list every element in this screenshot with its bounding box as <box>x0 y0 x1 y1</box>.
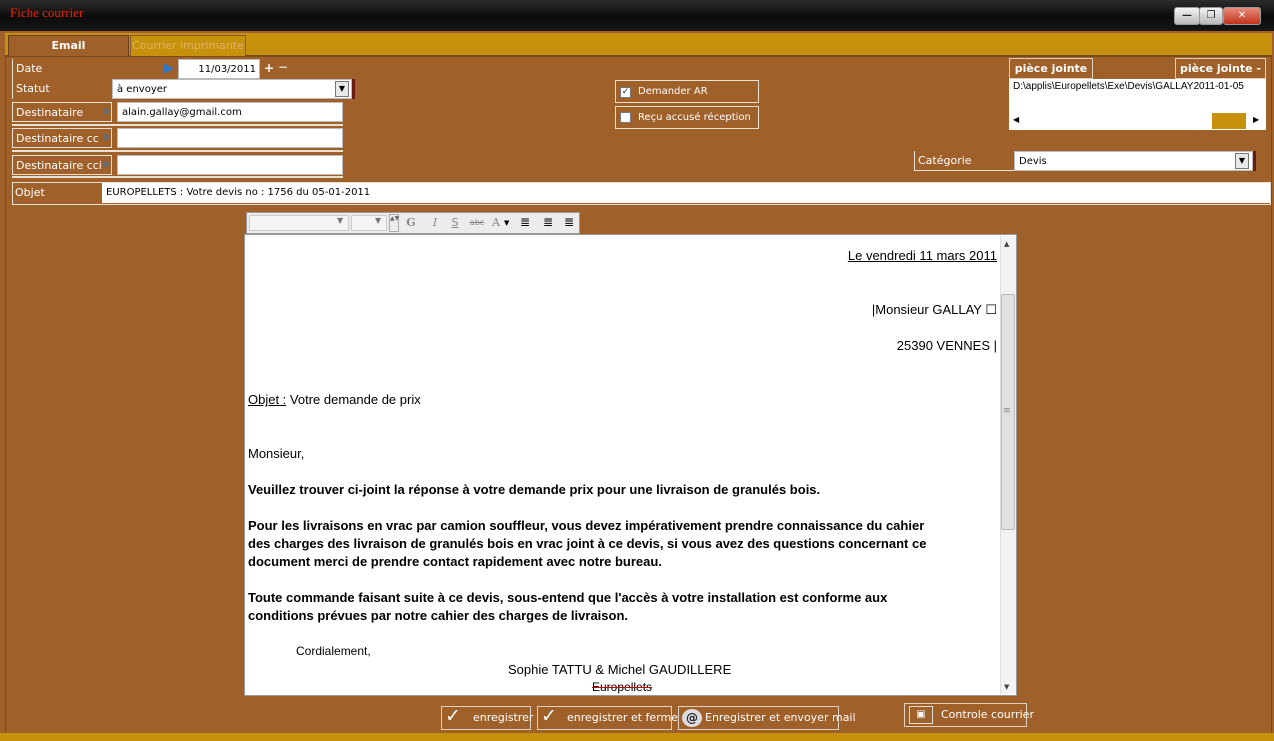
save-send-mail-button[interactable]: @ Enregistrer et envoyer mail <box>678 706 856 730</box>
letter-paragraph-2-line-3: document merci de prendre contact rapide… <box>248 554 662 569</box>
statut-dropdown-icon[interactable]: ▼ <box>335 81 349 97</box>
categorie-edge <box>1253 151 1256 171</box>
divider <box>12 124 343 126</box>
letter-objet-label: Objet : <box>248 392 287 407</box>
statut-edge <box>352 79 355 99</box>
letter-editor[interactable]: Le vendredi 11 mars 2011 |Monsieur GALLA… <box>244 234 1017 696</box>
date-field[interactable]: 11/03/2011 <box>178 59 260 79</box>
title-bar <box>0 0 1274 31</box>
date-picker-arrow-icon[interactable]: ▶ <box>164 61 177 77</box>
align-center-icon[interactable]: ≣ <box>543 216 553 228</box>
save-button[interactable]: ✓ enregistrer <box>441 705 534 730</box>
letter-paragraph-3-line-2: conditions prévues par notre cahier des … <box>248 608 629 623</box>
scroll-right-icon[interactable]: ▶ <box>1253 115 1259 124</box>
letter-paragraph-2-line-1: Pour les livraisons en vrac par camion s… <box>248 518 925 533</box>
categorie-value: Devis <box>1019 156 1047 167</box>
checkmark-icon: ✓ <box>541 705 557 727</box>
scroll-left-icon[interactable]: ◀ <box>1013 115 1019 124</box>
font-color-dropdown-icon[interactable]: ▼ <box>504 219 509 227</box>
control-mail-button[interactable]: ▣ Controle courrier <box>904 703 1034 727</box>
demander-ar-checkbox[interactable]: ✓ <box>620 87 631 98</box>
categorie-dropdown-icon[interactable]: ▼ <box>1235 153 1249 169</box>
destinataire-cci-field[interactable] <box>117 155 343 175</box>
align-left-icon[interactable]: ≣ <box>520 216 530 228</box>
date-increment-button[interactable]: + <box>264 61 274 75</box>
window-title: Fiche courrier <box>10 5 84 20</box>
divider <box>12 176 343 178</box>
size-stepper-icon[interactable]: ▲▼ <box>389 214 399 232</box>
destinataire-field[interactable]: alain.gallay@gmail.com <box>117 102 343 122</box>
tab-email[interactable]: Email <box>8 35 129 56</box>
email-at-icon: @ <box>682 709 702 727</box>
projector-icon: ▣ <box>909 706 933 724</box>
letter-recipient-city: 25390 VENNES | <box>896 338 997 353</box>
save-send-mail-label: Enregistrer et envoyer mail <box>705 711 856 724</box>
date-decrement-button[interactable]: − <box>278 60 288 74</box>
letter-objet: Objet : Votre demande de prix <box>248 392 421 407</box>
destinataire-cci-lookup-icon[interactable]: » <box>102 157 115 173</box>
scroll-up-icon[interactable]: ▲ <box>1004 240 1009 248</box>
scroll-down-icon[interactable]: ▼ <box>1004 683 1009 691</box>
categorie-label: Catégorie <box>914 151 1014 171</box>
letter-signature: Sophie TATTU & Michel GAUDILLERE <box>508 662 732 677</box>
tab-courrier-imprimante[interactable]: Courrier imprimante <box>130 35 246 56</box>
letter-paragraph-1: Veuillez trouver ci-joint la réponse à v… <box>248 482 821 497</box>
checkmark-icon: ✓ <box>445 705 461 727</box>
font-color-button[interactable]: A <box>490 215 502 231</box>
destinataire-lookup-icon[interactable]: » <box>102 104 115 120</box>
statut-select[interactable]: à envoyer <box>112 79 352 99</box>
statut-value: à envoyer <box>117 84 168 95</box>
save-label: enregistrer <box>473 711 534 724</box>
attachment-scroll-thumb[interactable] <box>1212 113 1246 129</box>
recu-accuse-checkbox[interactable] <box>620 112 631 123</box>
letter-salutation: Monsieur, <box>248 446 305 461</box>
demander-ar-label: Demander AR <box>638 86 708 97</box>
objet-label: Objet <box>15 186 45 199</box>
scroll-grip-icon: ≡ <box>1003 406 1011 416</box>
categorie-select[interactable]: Devis <box>1014 151 1253 171</box>
control-mail-label: Controle courrier <box>941 708 1034 721</box>
destinataire-cci-label: Destinataire cci <box>12 155 112 175</box>
letter-paragraph-2-line-2: des charges des livraison de granulés bo… <box>248 536 927 551</box>
letter-objet-text: Votre demande de prix <box>286 392 421 407</box>
font-size-dropdown-icon[interactable]: ▼ <box>375 216 381 225</box>
attachment-path: D:\applis\Europellets\Exe\Devis\GALLAY20… <box>1013 81 1244 92</box>
letter-company: Europellets <box>592 680 653 694</box>
add-attachment-button[interactable]: pièce jointe + <box>1009 58 1093 94</box>
objet-field[interactable]: EUROPELLETS : Votre devis no : 1756 du 0… <box>102 183 1270 203</box>
minimize-button[interactable]: — <box>1174 7 1200 25</box>
destinataire-cc-field[interactable] <box>117 128 343 148</box>
save-close-button[interactable]: ✓ enregistrer et fermer <box>537 705 683 730</box>
strikethrough-button[interactable]: abc <box>466 215 488 231</box>
destinataire-label: Destinataire <box>12 102 112 122</box>
remove-attachment-button[interactable]: pièce jointe - <box>1175 58 1266 79</box>
align-right-icon[interactable]: ≣ <box>564 216 574 228</box>
letter-recipient-name: |Monsieur GALLAY ☐ <box>871 302 997 317</box>
recu-accuse-label: Reçu accusé réception <box>638 112 751 123</box>
destinataire-cc-lookup-icon[interactable]: » <box>102 130 115 146</box>
letter-closing: Cordialement, <box>296 644 371 658</box>
letter-date: Le vendredi 11 mars 2011 <box>847 248 997 263</box>
italic-button[interactable]: I <box>428 215 442 231</box>
font-family-dropdown-icon[interactable]: ▼ <box>337 216 343 225</box>
destinataire-cc-label: Destinataire cc <box>12 128 112 148</box>
underline-button[interactable]: S <box>448 215 462 231</box>
font-size-select[interactable] <box>351 215 387 231</box>
save-close-label: enregistrer et fermer <box>567 711 683 724</box>
status-bar <box>0 733 1274 741</box>
divider <box>12 150 343 152</box>
letter-paragraph-3-line-1: Toute commande faisant suite à ce devis,… <box>248 590 888 605</box>
font-family-select[interactable] <box>249 215 349 231</box>
restore-button[interactable]: ❐ <box>1199 7 1223 25</box>
date-label: Date <box>12 59 172 79</box>
bold-button[interactable]: G <box>404 215 418 231</box>
statut-label: Statut <box>12 79 112 99</box>
close-button[interactable]: ✕ <box>1223 7 1261 25</box>
